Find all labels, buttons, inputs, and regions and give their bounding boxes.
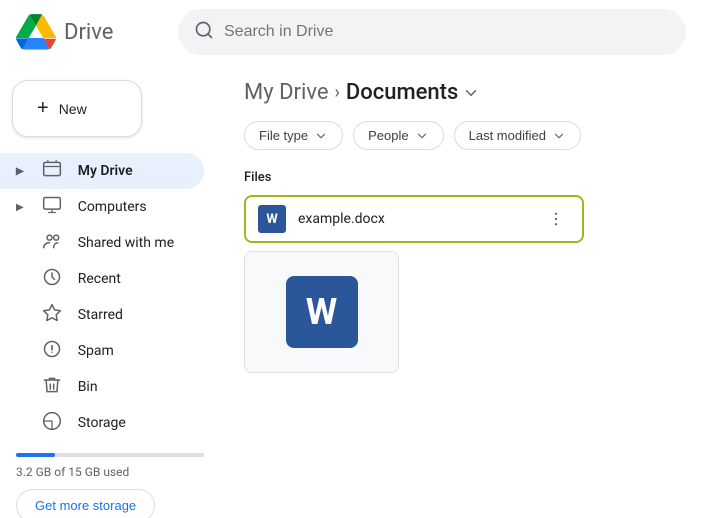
files-section-label: Files xyxy=(244,170,678,185)
new-button-label: New xyxy=(59,101,87,117)
topbar: Drive xyxy=(0,0,702,64)
sidebar-item-recent[interactable]: ▶ Recent xyxy=(0,261,204,297)
search-input[interactable] xyxy=(224,23,670,41)
new-button[interactable]: + New xyxy=(12,80,142,137)
shared-icon xyxy=(40,231,64,256)
app-title: Drive xyxy=(64,20,113,45)
sidebar: + New ▶ My Drive ▶ Computers ▶ Shared wi… xyxy=(0,64,220,518)
expand-icon: ▶ xyxy=(16,166,24,177)
sidebar-item-label-shared: Shared with me xyxy=(78,235,174,251)
chevron-down-icon-filetype xyxy=(314,129,328,143)
main-layout: + New ▶ My Drive ▶ Computers ▶ Shared wi… xyxy=(0,64,702,518)
my-drive-icon xyxy=(40,159,64,184)
sidebar-item-label-my-drive: My Drive xyxy=(78,163,133,179)
get-storage-button[interactable]: Get more storage xyxy=(16,489,155,518)
search-bar[interactable] xyxy=(178,9,686,55)
filter-file-type-label: File type xyxy=(259,128,308,143)
breadcrumb-parent[interactable]: My Drive xyxy=(244,80,329,105)
expand-icon-computers: ▶ xyxy=(16,202,24,213)
sidebar-item-label-spam: Spam xyxy=(78,343,114,359)
filter-last-modified-label: Last modified xyxy=(469,128,546,143)
storage-icon xyxy=(40,411,64,436)
sidebar-item-label-storage: Storage xyxy=(78,415,126,431)
file-name: example.docx xyxy=(298,211,530,227)
logo-area: Drive xyxy=(16,12,166,52)
sidebar-item-shared[interactable]: ▶ Shared with me xyxy=(0,225,204,261)
filter-last-modified[interactable]: Last modified xyxy=(454,121,581,150)
file-preview-thumbnail: W xyxy=(245,252,398,372)
sidebar-item-starred[interactable]: ▶ Starred xyxy=(0,297,204,333)
storage-bar-fill xyxy=(16,453,55,457)
sidebar-item-computers[interactable]: ▶ Computers xyxy=(0,189,204,225)
content-area: My Drive › Documents File type People La… xyxy=(220,64,702,518)
spam-icon xyxy=(40,339,64,364)
storage-bar-background xyxy=(16,453,204,457)
starred-icon xyxy=(40,303,64,328)
sidebar-item-label-computers: Computers xyxy=(78,199,147,215)
sidebar-item-bin[interactable]: ▶ Bin xyxy=(0,369,204,405)
word-preview-icon: W xyxy=(286,276,358,348)
sidebar-item-spam[interactable]: ▶ Spam xyxy=(0,333,204,369)
recent-icon xyxy=(40,267,64,292)
file-list: W example.docx xyxy=(244,195,678,243)
sidebar-item-label-recent: Recent xyxy=(78,271,121,287)
file-preview-card[interactable]: W xyxy=(244,251,399,373)
word-file-icon: W xyxy=(258,205,286,233)
filter-file-type[interactable]: File type xyxy=(244,121,343,150)
bin-icon xyxy=(40,375,64,400)
filter-people[interactable]: People xyxy=(353,121,443,150)
storage-section: 3.2 GB of 15 GB used Get more storage xyxy=(0,441,220,518)
chevron-down-icon-lastmodified xyxy=(552,129,566,143)
filter-people-label: People xyxy=(368,128,408,143)
search-icon xyxy=(194,20,214,45)
plus-icon: + xyxy=(37,97,49,120)
computers-icon xyxy=(40,195,64,220)
sidebar-item-storage[interactable]: ▶ Storage xyxy=(0,405,204,441)
sidebar-item-label-starred: Starred xyxy=(78,307,123,323)
breadcrumb-current[interactable]: Documents xyxy=(346,80,480,105)
file-item-example-docx[interactable]: W example.docx xyxy=(244,195,584,243)
filter-row: File type People Last modified xyxy=(244,121,678,150)
drive-logo-icon xyxy=(16,12,56,52)
breadcrumb-current-label: Documents xyxy=(346,80,458,105)
breadcrumb-separator: › xyxy=(335,82,340,103)
storage-text: 3.2 GB of 15 GB used xyxy=(16,465,204,479)
breadcrumb: My Drive › Documents xyxy=(244,80,678,105)
chevron-down-icon xyxy=(462,84,480,102)
chevron-down-icon-people xyxy=(415,129,429,143)
sidebar-item-my-drive[interactable]: ▶ My Drive xyxy=(0,153,204,189)
sidebar-item-label-bin: Bin xyxy=(78,379,98,395)
file-menu-button[interactable] xyxy=(542,205,570,233)
three-dots-icon xyxy=(547,210,565,228)
